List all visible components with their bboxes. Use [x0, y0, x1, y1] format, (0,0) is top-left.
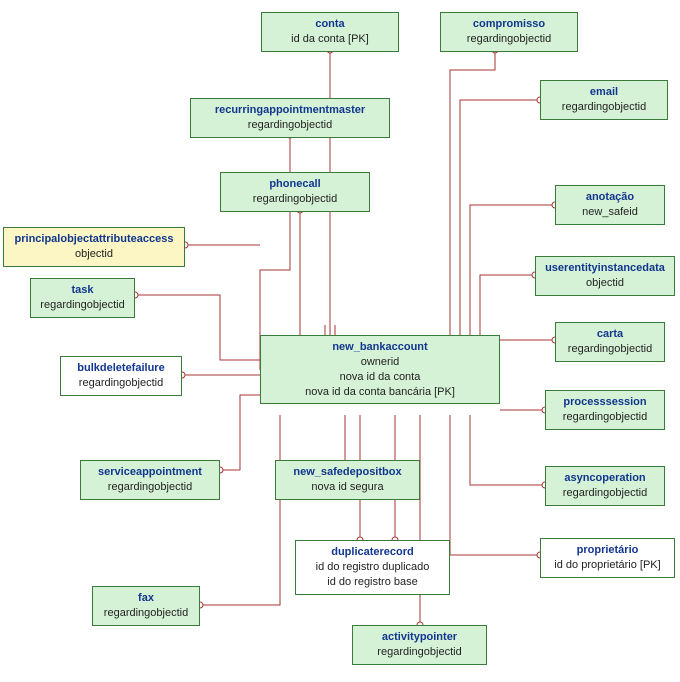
entity-title: phonecall [227, 177, 363, 192]
entity-title: userentityinstancedata [542, 261, 668, 276]
entity-title: bulkdeletefailure [67, 361, 175, 376]
entity-compromisso[interactable]: compromisso regardingobjectid [440, 12, 578, 52]
entity-title: asyncoperation [552, 471, 658, 486]
entity-attr: regardingobjectid [87, 480, 213, 495]
entity-conta[interactable]: conta id da conta [PK] [261, 12, 399, 52]
entity-attr: regardingobjectid [227, 192, 363, 207]
entity-attr: regardingobjectid [447, 32, 571, 47]
entity-title: activitypointer [359, 630, 480, 645]
entity-attr: objectid [10, 247, 178, 262]
entity-title: duplicaterecord [302, 545, 443, 560]
entity-title: proprietário [547, 543, 668, 558]
entity-carta[interactable]: carta regardingobjectid [555, 322, 665, 362]
entity-recurringappointmentmaster[interactable]: recurringappointmentmaster regardingobje… [190, 98, 390, 138]
entity-attr: id do proprietário [PK] [547, 558, 668, 573]
entity-attr: new_safeid [562, 205, 658, 220]
entity-attr: regardingobjectid [37, 298, 128, 313]
erd-diagram: conta id da conta [PK] compromisso regar… [0, 0, 680, 682]
entity-attr: regardingobjectid [547, 100, 661, 115]
entity-attr: regardingobjectid [552, 410, 658, 425]
entity-proprietario[interactable]: proprietário id do proprietário [PK] [540, 538, 675, 578]
entity-title: task [37, 283, 128, 298]
entity-title: carta [562, 327, 658, 342]
entity-title: compromisso [447, 17, 571, 32]
entity-attr: id da conta [PK] [268, 32, 392, 47]
entity-title: recurringappointmentmaster [197, 103, 383, 118]
entity-duplicaterecord[interactable]: duplicaterecord id do registro duplicado… [295, 540, 450, 595]
entity-title: anotação [562, 190, 658, 205]
entity-attr: regardingobjectid [562, 342, 658, 357]
entity-new-bankaccount[interactable]: new_bankaccount ownerid nova id da conta… [260, 335, 500, 404]
entity-task[interactable]: task regardingobjectid [30, 278, 135, 318]
entity-principalobjectattributeaccess[interactable]: principalobjectattributeaccess objectid [3, 227, 185, 267]
entity-attr: objectid [542, 276, 668, 291]
entity-attr: ownerid [267, 355, 493, 370]
entity-attr: regardingobjectid [67, 376, 175, 391]
entity-title: new_bankaccount [267, 340, 493, 355]
entity-attr: regardingobjectid [552, 486, 658, 501]
entity-bulkdeletefailure[interactable]: bulkdeletefailure regardingobjectid [60, 356, 182, 396]
entity-attr: regardingobjectid [197, 118, 383, 133]
entity-title: principalobjectattributeaccess [10, 232, 178, 247]
entity-fax[interactable]: fax regardingobjectid [92, 586, 200, 626]
entity-email[interactable]: email regardingobjectid [540, 80, 668, 120]
entity-title: fax [99, 591, 193, 606]
entity-new-safedepositbox[interactable]: new_safedepositbox nova id segura [275, 460, 420, 500]
entity-title: serviceappointment [87, 465, 213, 480]
entity-title: processsession [552, 395, 658, 410]
entity-asyncoperation[interactable]: asyncoperation regardingobjectid [545, 466, 665, 506]
entity-attr: nova id da conta bancária [PK] [267, 385, 493, 400]
entity-attr: id do registro base [302, 575, 443, 590]
entity-attr: nova id da conta [267, 370, 493, 385]
entity-title: new_safedepositbox [282, 465, 413, 480]
entity-title: conta [268, 17, 392, 32]
entity-anotacao[interactable]: anotação new_safeid [555, 185, 665, 225]
entity-attr: id do registro duplicado [302, 560, 443, 575]
entity-userentityinstancedata[interactable]: userentityinstancedata objectid [535, 256, 675, 296]
entity-title: email [547, 85, 661, 100]
entity-processsession[interactable]: processsession regardingobjectid [545, 390, 665, 430]
entity-attr: regardingobjectid [99, 606, 193, 621]
entity-serviceappointment[interactable]: serviceappointment regardingobjectid [80, 460, 220, 500]
entity-activitypointer[interactable]: activitypointer regardingobjectid [352, 625, 487, 665]
entity-phonecall[interactable]: phonecall regardingobjectid [220, 172, 370, 212]
entity-attr: nova id segura [282, 480, 413, 495]
entity-attr: regardingobjectid [359, 645, 480, 660]
